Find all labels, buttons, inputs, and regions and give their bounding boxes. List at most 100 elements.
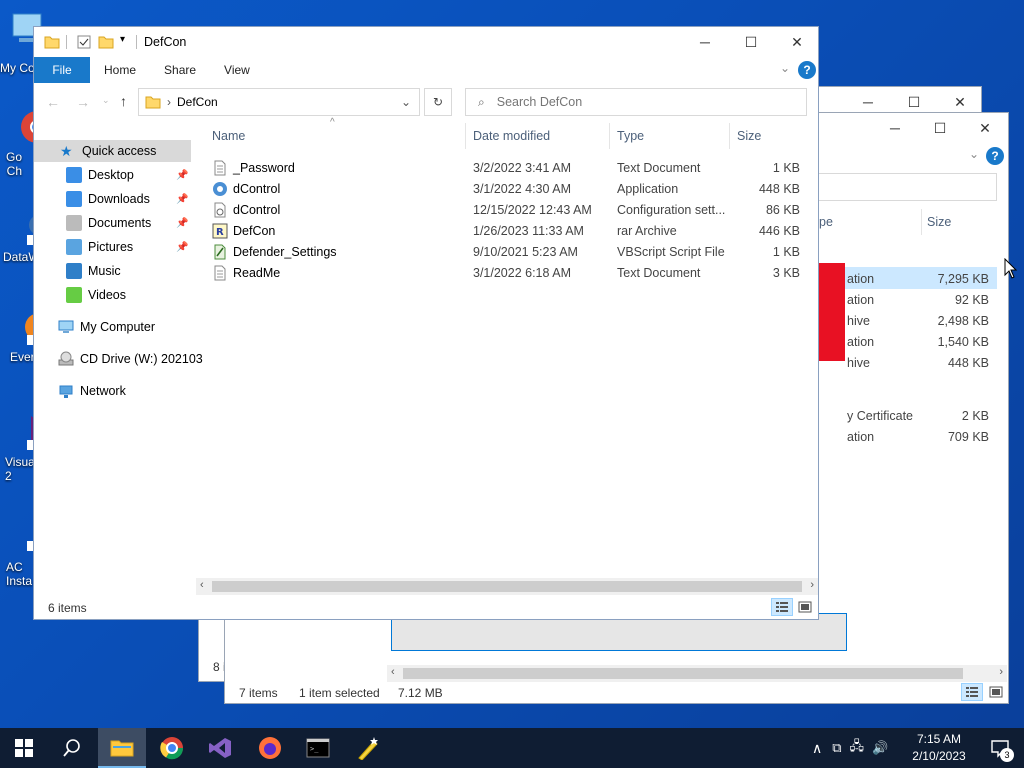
- chevron-down-icon[interactable]: ⌄: [969, 147, 979, 161]
- address-bar[interactable]: › DefCon ⌄: [138, 88, 420, 116]
- pin-icon[interactable]: 📌: [176, 218, 188, 229]
- file-row[interactable]: hive 2,498 KB: [819, 311, 997, 331]
- pin-icon[interactable]: 📌: [176, 242, 188, 253]
- title-bar[interactable]: ▾ DefCon ─ ☐ ✕: [34, 27, 818, 57]
- nav-item-pictures[interactable]: Pictures 📌: [34, 236, 191, 258]
- close-button[interactable]: ✕: [962, 113, 1008, 143]
- vbscript-icon: [214, 244, 226, 259]
- chevron-up-icon[interactable]: ∧: [812, 740, 822, 757]
- maximize-button[interactable]: ☐: [728, 27, 774, 57]
- chevron-down-icon[interactable]: ⌄: [401, 95, 411, 109]
- clock[interactable]: 7:15 AM 2/10/2023: [906, 731, 972, 765]
- horizontal-scrollbar[interactable]: ‹ ›: [196, 578, 818, 595]
- file-row[interactable]: ation 1,540 KB: [819, 332, 997, 352]
- tab-file[interactable]: File: [34, 57, 90, 83]
- nav-item-documents[interactable]: Documents 📌: [34, 212, 191, 234]
- tab-view[interactable]: View: [210, 57, 264, 83]
- minimize-button[interactable]: ─: [682, 27, 728, 57]
- nav-cd-drive[interactable]: CD Drive (W:) 202103: [34, 348, 203, 370]
- file-row[interactable]: dControl 3/1/2022 4:30 AM Application 448 K…: [206, 178, 806, 199]
- search-button[interactable]: [48, 728, 96, 768]
- refresh-button[interactable]: ↻: [424, 88, 452, 116]
- details-view-button[interactable]: [961, 683, 983, 701]
- explorer-window-defcon[interactable]: ▾ DefCon ─ ☐ ✕ File Home Share View ⌄ ? …: [33, 26, 819, 620]
- file-type: ation: [847, 293, 875, 307]
- file-size: 3 KB: [772, 265, 800, 280]
- recent-locations-icon[interactable]: ⌄: [102, 95, 110, 106]
- file-row[interactable]: _Password 3/2/2022 3:41 AM Text Document 1 …: [206, 157, 806, 178]
- file-row[interactable]: ation 709 KB: [819, 427, 997, 447]
- expand-ribbon-icon[interactable]: ⌄: [780, 61, 790, 75]
- column-header-size[interactable]: Size: [927, 215, 951, 229]
- search-icon: [63, 739, 80, 757]
- maximize-button[interactable]: ☐: [917, 113, 963, 143]
- ethernet-icon[interactable]: 🖧: [850, 737, 865, 759]
- close-button[interactable]: ✕: [774, 27, 820, 57]
- nav-label: Network: [80, 384, 126, 398]
- action-center-button[interactable]: 3: [980, 728, 1020, 768]
- properties-icon[interactable]: [76, 34, 92, 50]
- nav-item-videos[interactable]: Videos: [34, 284, 191, 306]
- scrollbar-thumb[interactable]: [212, 581, 802, 592]
- nav-item-music[interactable]: Music: [34, 260, 191, 282]
- minimize-button[interactable]: ─: [872, 113, 918, 143]
- file-row[interactable]: ation 92 KB: [819, 290, 997, 310]
- file-row[interactable]: y Certificate 2 KB: [819, 406, 997, 426]
- search-box[interactable]: ⌕: [465, 88, 807, 116]
- taskbar-file-explorer[interactable]: [98, 728, 146, 768]
- up-arrow-icon[interactable]: ↑: [120, 93, 127, 109]
- file-row[interactable]: ation 7,295 KB: [819, 269, 997, 289]
- file-row[interactable]: hive 448 KB: [819, 353, 997, 373]
- forward-arrow-icon[interactable]: →: [76, 94, 90, 110]
- help-button[interactable]: ?: [986, 147, 1004, 165]
- taskbar-terminal[interactable]: >_: [294, 728, 342, 768]
- column-header-name[interactable]: Name: [206, 123, 466, 149]
- file-row[interactable]: dControl 12/15/2022 12:43 AM Configuration…: [206, 199, 806, 220]
- start-icon: [15, 739, 33, 757]
- pin-icon[interactable]: 📌: [176, 170, 188, 181]
- nav-my-computer[interactable]: My Computer: [34, 316, 155, 338]
- nav-quick-access[interactable]: ★ Quick access: [34, 140, 191, 162]
- file-row[interactable]: ReadMe 3/1/2022 6:18 AM Text Document 3 KB: [206, 262, 806, 283]
- nav-network[interactable]: Network: [34, 380, 126, 402]
- horizontal-scrollbar[interactable]: ‹ ›: [387, 665, 1007, 682]
- column-header-type[interactable]: Type: [611, 123, 730, 149]
- tab-home[interactable]: Home: [90, 57, 150, 83]
- back-arrow-icon[interactable]: ←: [46, 94, 60, 110]
- status-size: 7.12 MB: [398, 686, 443, 700]
- file-type: Text Document: [617, 265, 701, 280]
- taskbar-firefox[interactable]: [246, 728, 294, 768]
- taskbar-pen-tool[interactable]: [344, 728, 392, 768]
- rar-archive-icon: R: [212, 223, 228, 238]
- nav-label: Documents: [88, 216, 152, 230]
- help-button[interactable]: ?: [798, 61, 816, 79]
- pin-icon[interactable]: 📌: [176, 194, 188, 205]
- network-status-icon[interactable]: ⧉: [832, 740, 841, 756]
- new-folder-icon[interactable]: [98, 34, 114, 50]
- quick-access-toolbar-dropdown[interactable]: ▾: [120, 34, 125, 45]
- column-header-type[interactable]: pe: [819, 215, 833, 229]
- taskbar-chrome[interactable]: [148, 728, 196, 768]
- breadcrumb[interactable]: DefCon: [177, 95, 218, 109]
- column-header-date[interactable]: Date modified: [467, 123, 610, 149]
- column-header-size[interactable]: Size: [731, 123, 806, 149]
- details-view-button[interactable]: [771, 598, 793, 616]
- search-box[interactable]: [815, 173, 997, 201]
- file-size: 92 KB: [954, 293, 989, 307]
- large-icons-view-button[interactable]: [794, 598, 816, 616]
- search-input[interactable]: [496, 95, 797, 109]
- status-item-count: 7 items: [239, 686, 278, 700]
- file-size: 448 KB: [758, 181, 800, 196]
- volume-icon[interactable]: 🔊: [872, 740, 888, 756]
- taskbar-visual-studio[interactable]: [196, 728, 244, 768]
- window-title: DefCon: [144, 35, 187, 49]
- start-button[interactable]: [0, 728, 48, 768]
- large-icons-view-button[interactable]: [985, 683, 1007, 701]
- file-row[interactable]: R DefCon 1/26/2023 11:33 AM rar Archive 446 …: [206, 220, 806, 241]
- tab-share[interactable]: Share: [150, 57, 210, 83]
- nav-item-desktop[interactable]: Desktop 📌: [34, 164, 191, 186]
- file-size: 86 KB: [765, 202, 800, 217]
- clock-date: 2/10/2023: [912, 749, 966, 763]
- nav-item-downloads[interactable]: Downloads 📌: [34, 188, 191, 210]
- file-row[interactable]: Defender_Settings 9/10/2021 5:23 AM VBScri…: [206, 241, 806, 262]
